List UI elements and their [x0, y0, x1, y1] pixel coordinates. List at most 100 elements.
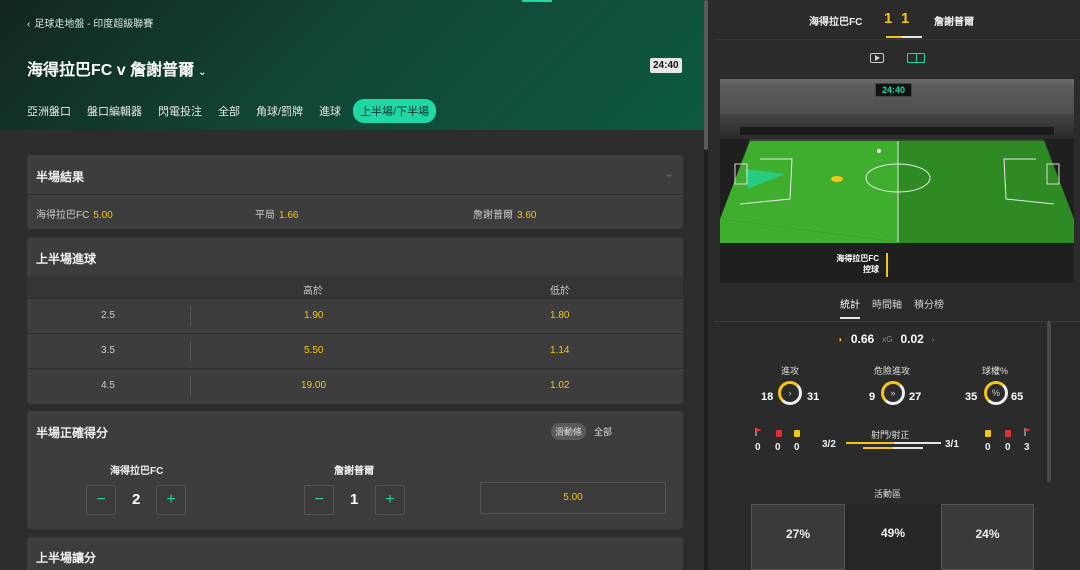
home-team-label: 海得拉巴FC	[110, 466, 164, 477]
over-odds[interactable]: 5.50	[304, 345, 323, 356]
home-yellow-cards: 0	[794, 442, 800, 453]
home-odds: 5.00	[93, 210, 113, 221]
attacks-away: 31	[807, 391, 820, 403]
divider	[190, 306, 191, 326]
away-red-cards: 0	[1005, 442, 1011, 453]
activity-zone-label: 活動區	[874, 489, 902, 499]
away-label: 詹謝普爾	[473, 210, 513, 221]
tab-bet-builder[interactable]: 盤口編輯器	[87, 99, 142, 123]
home-odds-button[interactable]: 海得拉巴FC 5.00	[36, 206, 113, 221]
match-title[interactable]: 海得拉巴FC v 詹謝普爾 ⌄	[27, 56, 207, 80]
divider	[714, 321, 1080, 322]
goal-line: 3.5	[101, 345, 115, 356]
corner-flag-icon	[1024, 428, 1031, 436]
breadcrumb[interactable]: ‹ 足球走地盤 - 印度超級聯賽	[27, 15, 153, 30]
card-title: 上半場讓分	[36, 551, 97, 565]
possession-pct-home: 35	[965, 391, 978, 403]
stats-scrollbar[interactable]	[1047, 322, 1051, 482]
tab-stats[interactable]: 統計	[840, 296, 860, 319]
away-odds-button[interactable]: 詹謝普爾 3.60	[473, 206, 536, 221]
col-over: 高於	[303, 286, 323, 297]
xg-row: ◗ 0.66 xG 0.02 ›	[838, 332, 934, 346]
chevron-down-icon[interactable]: ⌄	[665, 167, 674, 180]
away-score: 1	[901, 10, 910, 27]
betting-markets-panel: ‹ 足球走地盤 - 印度超級聯賽 海得拉巴FC v 詹謝普爾 ⌄ 24:40 亞洲盤…	[0, 0, 708, 570]
yellow-card-icon	[985, 430, 991, 437]
away-plus-button[interactable]: +	[375, 485, 405, 515]
half-time-result-card: 半場結果 ⌄ 海得拉巴FC 5.00 平局 1.66 詹謝普爾 3.60	[27, 155, 683, 229]
tracker-tabs: 統計 時間軸 積分榜	[840, 296, 956, 319]
tab-goals[interactable]: 進球	[319, 99, 341, 123]
dangerous-attacks-label: 危險進攻	[873, 366, 910, 376]
divider	[190, 376, 191, 396]
home-minus-button[interactable]: −	[86, 485, 116, 515]
over-odds[interactable]: 19.00	[301, 380, 326, 391]
goal-line: 2.5	[101, 310, 115, 321]
tab-timeline[interactable]: 時間軸	[872, 296, 902, 319]
away-shots: 3/1	[945, 439, 959, 450]
tab-asian-handicap[interactable]: 亞洲盤口	[27, 99, 71, 123]
red-card-icon	[1005, 430, 1011, 437]
market-tabs: 亞洲盤口 盤口編輯器 閃電投注 全部 角球/罰牌 進球 上半場/下半場	[27, 99, 452, 123]
all-toggle[interactable]: 全部	[594, 425, 612, 438]
tab-all[interactable]: 全部	[218, 99, 240, 123]
table-row: 2.5 1.90 1.80	[27, 298, 683, 332]
tab-halves[interactable]: 上半場/下半場	[353, 99, 437, 123]
half-correct-score-card: 半場正確得分 滑動條 全部 海得拉巴FC 詹謝普爾 − 2 + − 1 + 5.…	[27, 411, 683, 529]
draw-label: 平局	[255, 210, 275, 221]
card-title: 半場正確得分	[36, 426, 109, 440]
yellow-card-icon	[794, 430, 800, 437]
tab-corners-cards[interactable]: 角球/罰牌	[256, 99, 303, 123]
first-half-goals-card: 上半場進球 高於 低於 2.5 1.90 1.80 3.5 5.50 1.14 …	[27, 237, 683, 404]
away-odds: 3.60	[517, 210, 537, 221]
chevron-left-icon: ‹	[27, 19, 31, 30]
possession-team: 海得拉巴FC	[836, 254, 879, 263]
match-tracker-panel: 海得拉巴FC 1 1 詹謝普爾 24:40 海得拉巴FC 控球 統計 時間軸 積…	[708, 0, 1080, 570]
activity-zones: 27% 49% 24%	[751, 504, 1034, 570]
match-header: ‹ 足球走地盤 - 印度超級聯賽 海得拉巴FC v 詹謝普爾 ⌄ 24:40 亞洲盤…	[0, 0, 704, 130]
away-team-name: 詹謝普爾	[934, 17, 974, 28]
chevron-down-icon: ⌄	[198, 67, 207, 78]
draw-odds-button[interactable]: 平局 1.66	[255, 206, 298, 221]
red-card-icon	[776, 430, 782, 437]
possession-text: 控球	[863, 265, 879, 274]
home-team-name: 海得拉巴FC	[809, 17, 863, 28]
corner-flag-icon	[755, 428, 762, 436]
zone-right: 24%	[941, 504, 1034, 570]
table-row: 3.5 5.50 1.14	[27, 333, 683, 367]
xg-label: xG	[882, 334, 893, 344]
slider-toggle[interactable]: 滑動條	[551, 423, 587, 440]
chevron-right-icon: ›	[788, 388, 792, 398]
divider	[27, 194, 683, 195]
first-half-handicap-card[interactable]: 上半場讓分	[27, 537, 683, 570]
under-odds[interactable]: 1.80	[550, 310, 569, 321]
possession-indicator: 海得拉巴FC 控球	[836, 253, 879, 275]
under-odds[interactable]: 1.02	[550, 380, 569, 391]
card-title: 上半場進球	[36, 252, 97, 266]
away-minus-button[interactable]: −	[304, 485, 334, 515]
attacks-label: 進攻	[780, 366, 799, 376]
possession-bar	[886, 253, 888, 277]
pitch-icon[interactable]	[907, 53, 925, 63]
home-red-cards: 0	[775, 442, 781, 453]
possession-ring: %	[984, 381, 1008, 405]
over-odds[interactable]: 1.90	[304, 310, 323, 321]
video-icon[interactable]	[870, 53, 884, 63]
shots-on-target-home	[863, 447, 893, 449]
match-clock: 24:40	[650, 58, 682, 73]
away-score-value: 1	[350, 491, 359, 508]
tab-flash-bet[interactable]: 閃電投注	[158, 99, 202, 123]
match-title-text: 海得拉巴FC v 詹謝普爾	[27, 62, 195, 79]
attacks-ring: ›	[778, 381, 802, 405]
home-corners: 0	[755, 442, 761, 453]
away-team-label: 詹謝普爾	[334, 466, 374, 477]
home-plus-button[interactable]: +	[156, 485, 186, 515]
under-odds[interactable]: 1.14	[550, 345, 569, 356]
home-label: 海得拉巴FC	[36, 210, 90, 221]
correct-score-odds-button[interactable]: 5.00	[480, 482, 666, 514]
zone-left: 27%	[751, 504, 845, 570]
pitch-clock: 24:40	[875, 83, 913, 97]
tab-standings[interactable]: 積分榜	[914, 296, 944, 319]
percent-icon: %	[991, 388, 1000, 398]
dangerous-attacks-home: 9	[869, 391, 876, 403]
